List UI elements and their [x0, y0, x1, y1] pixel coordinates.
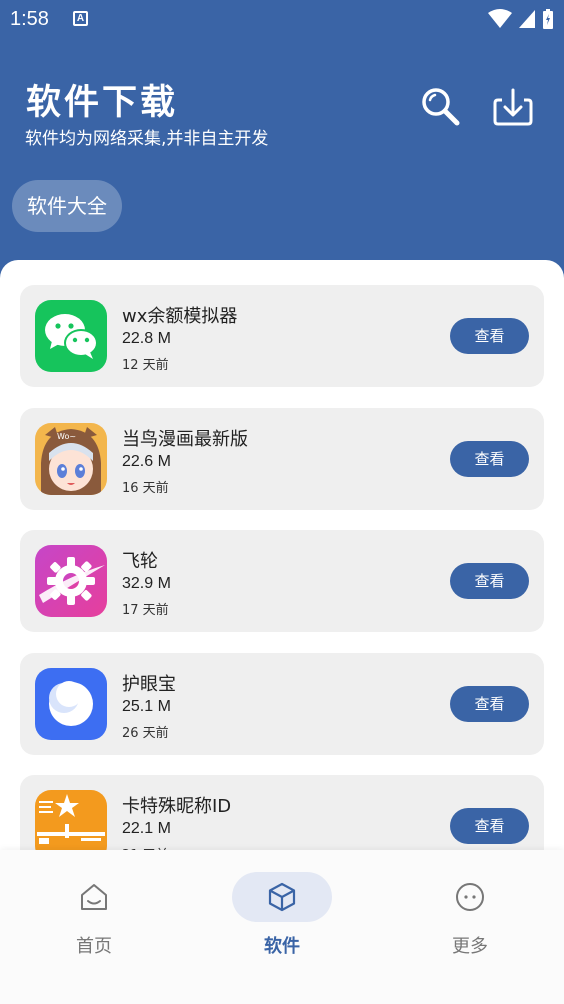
app-size: 25.1 M: [122, 697, 171, 715]
moon-eye-icon: [35, 667, 107, 740]
app-updated-time: 12 天前: [122, 358, 169, 373]
nav-software[interactable]: 软件: [222, 872, 342, 958]
app-name: 护眼宝: [122, 673, 176, 695]
page-title: 软件下载: [26, 83, 179, 123]
svg-text:Wo~: Wo~: [57, 432, 76, 441]
view-button[interactable]: 查看: [450, 808, 529, 844]
view-button[interactable]: 查看: [450, 563, 529, 599]
bottom-nav: 首页 软件 更多: [0, 850, 564, 1004]
view-button[interactable]: 查看: [450, 440, 529, 477]
search-button[interactable]: [420, 86, 462, 128]
list-item[interactable]: Wo~ 当鸟漫画最新版 22.6 M 16 天前 查看: [20, 407, 544, 510]
download-manager-button[interactable]: [492, 86, 534, 128]
app-name: wx余额模拟器: [122, 306, 238, 327]
list-item[interactable]: wx余额模拟器 22.8 M 12 天前 查看: [20, 285, 544, 387]
home-icon: [81, 884, 107, 910]
wifi-icon: [488, 9, 512, 28]
software-list-sheet: wx余额模拟器 22.8 M 12 天前 查看 Wo~ 当鸟漫画最新版 22.6…: [0, 260, 564, 860]
nav-home[interactable]: 首页: [34, 872, 154, 958]
more-icon: [456, 883, 484, 911]
app-size: 22.6 M: [122, 452, 171, 470]
list-item[interactable]: 护眼宝 25.1 M 26 天前 查看: [20, 652, 544, 755]
view-button[interactable]: 查看: [450, 685, 529, 722]
nav-more[interactable]: 更多: [410, 872, 530, 958]
signal-icon: [519, 10, 535, 28]
nav-software-label: 软件: [264, 936, 300, 957]
battery-icon: [543, 9, 553, 29]
status-time: 1:58: [10, 8, 49, 30]
nav-home-label: 首页: [76, 936, 112, 957]
list-item[interactable]: 飞轮 32.9 M 17 天前 查看: [20, 530, 544, 632]
nav-home-indicator: [44, 872, 144, 922]
search-icon: [422, 88, 460, 126]
nav-more-label: 更多: [452, 936, 488, 957]
software-list: wx余额模拟器 22.8 M 12 天前 查看 Wo~ 当鸟漫画最新版 22.6…: [20, 285, 544, 860]
wechat-icon: [35, 300, 107, 372]
list-item[interactable]: 卡特殊昵称ID 22.1 M 21 天前 查看: [20, 775, 544, 860]
app-updated-time: 26 天前: [122, 725, 169, 741]
nav-more-indicator: [420, 872, 520, 922]
app-name: 当鸟漫画最新版: [122, 428, 248, 450]
status-bar: 1:58 A: [0, 0, 564, 38]
view-button[interactable]: 查看: [450, 318, 529, 354]
app-size: 32.9 M: [122, 575, 171, 592]
app-updated-time: 17 天前: [122, 603, 169, 618]
cube-icon: [268, 882, 296, 912]
notification-badge: A: [73, 11, 88, 26]
flywheel-gear-icon: [35, 545, 107, 617]
nav-software-indicator: [232, 872, 332, 922]
app-name: 飞轮: [122, 551, 158, 572]
header: 1:58 A 软件下载 软件均为网络采集,并非自主开发 软件大全: [0, 0, 564, 300]
app-name: 卡特殊昵称ID: [122, 796, 232, 817]
app-size: 22.1 M: [122, 820, 171, 837]
page-subtitle: 软件均为网络采集,并非自主开发: [25, 129, 269, 149]
app-size: 22.8 M: [122, 330, 171, 347]
system-icons: [488, 9, 554, 29]
anime-girl-icon: Wo~: [35, 422, 107, 495]
category-chip-all-software[interactable]: 软件大全: [12, 180, 122, 232]
download-icon: [493, 88, 533, 126]
app-updated-time: 16 天前: [122, 480, 169, 496]
